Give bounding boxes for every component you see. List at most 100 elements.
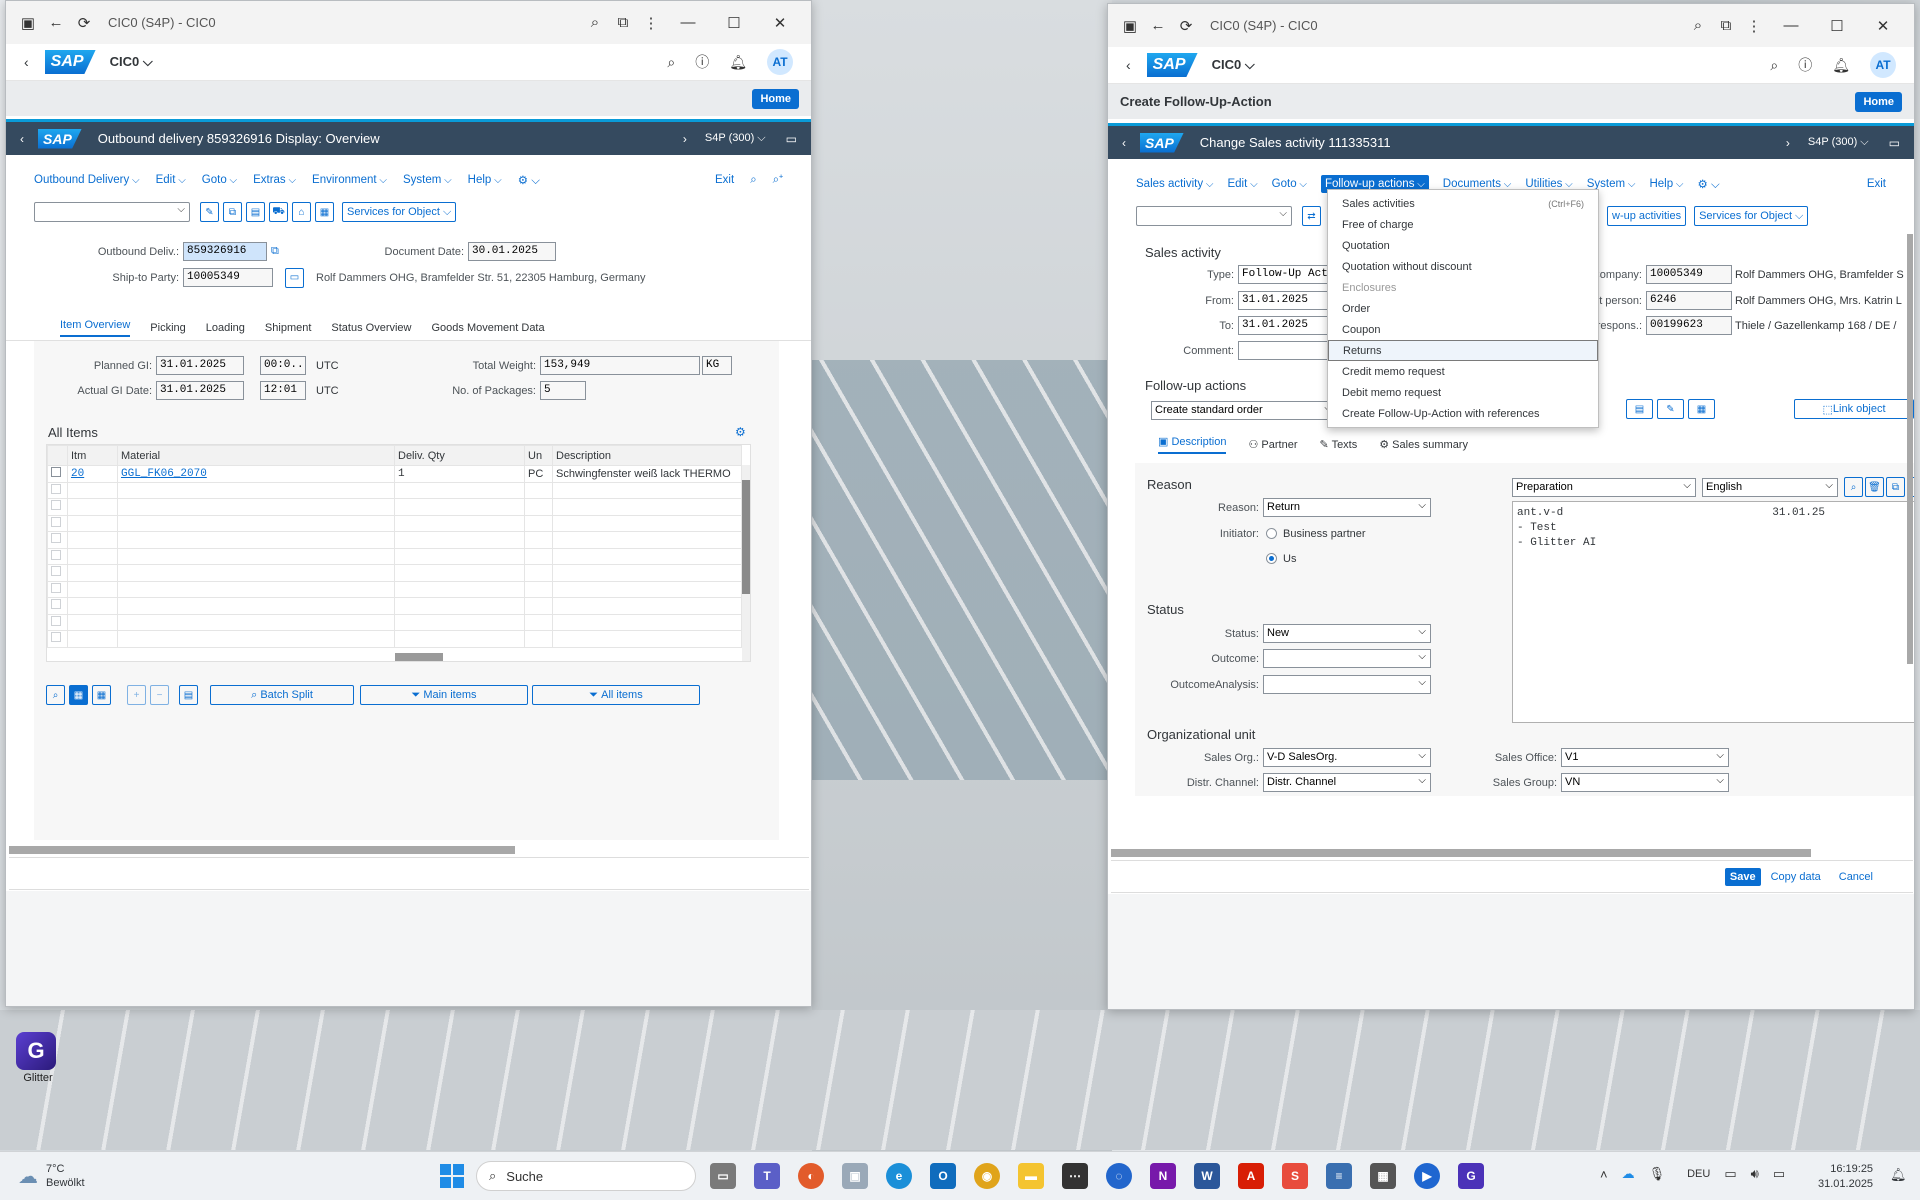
planned-gi-time[interactable]: 00:0... [260, 356, 306, 375]
language-indicator[interactable]: DEU [1687, 1168, 1710, 1180]
chrome-icon[interactable]: ◉ [974, 1163, 1000, 1189]
search-icon[interactable]: ⌕ [667, 54, 675, 71]
actual-gi-date[interactable]: 31.01.2025 [156, 381, 244, 400]
dd-sales-activities[interactable]: Sales activities (Ctrl+F6) [1328, 193, 1598, 214]
bell-icon[interactable]: 🔔︎ [1832, 57, 1850, 74]
ship-to-input[interactable]: 10005349 [183, 268, 273, 287]
dd-credit-memo-request[interactable]: Credit memo request [1328, 361, 1598, 382]
find-next-icon[interactable]: ⌕⁺ [773, 174, 783, 187]
app-blue-circle-icon[interactable]: ◌ [1106, 1163, 1132, 1189]
header-itm[interactable]: Itm [67, 445, 118, 466]
reload-icon[interactable]: ⟳ [1172, 17, 1200, 35]
initiator-us-radio[interactable] [1266, 553, 1277, 564]
distr-channel-select[interactable]: Distr. Channel [1263, 773, 1431, 792]
toolbar-icon-1[interactable]: ⇄ [1302, 206, 1321, 226]
total-weight-input[interactable]: 153,949 [540, 356, 700, 375]
overview-icon[interactable]: ▦ [1688, 399, 1715, 419]
header-forward-icon[interactable]: › [1786, 136, 1790, 150]
avatar[interactable]: AT [767, 49, 793, 75]
truck-icon[interactable]: ⛟ [269, 202, 288, 222]
text-delete-icon[interactable]: 🗑︎ [1865, 477, 1884, 497]
toolbar-icon-2[interactable]: ⧉ [223, 202, 242, 222]
weather-widget[interactable]: ☁ 7°C Bewölkt [18, 1162, 85, 1190]
outcome-select[interactable] [1263, 649, 1431, 668]
reload-icon[interactable]: ⟳ [70, 14, 98, 32]
notes-textarea[interactable]: ant.v-d 31.01.25 - Test - Glitter AI [1512, 501, 1914, 723]
exit-button[interactable]: Exit [715, 174, 734, 186]
minimize-button[interactable]: — [1768, 17, 1814, 34]
home-button[interactable]: Home [1855, 91, 1902, 112]
command-field[interactable] [34, 202, 190, 222]
monitor-icon[interactable]: ▭ [1724, 1166, 1736, 1182]
menu-goto[interactable]: Goto [1272, 178, 1307, 190]
contact-person-input[interactable]: 6246 [1646, 291, 1732, 310]
maximize-button[interactable]: ☐ [711, 14, 757, 32]
tools-icon[interactable]: ✎ [1657, 399, 1684, 419]
notification-bell-icon[interactable]: 🔔︎ [1890, 1167, 1907, 1183]
tab-partner[interactable]: ⚇ Partner [1248, 438, 1297, 451]
back-arrow-icon[interactable]: ← [1144, 17, 1172, 34]
windows-start-icon[interactable] [440, 1164, 464, 1188]
horizontal-scrollbar[interactable] [395, 653, 443, 661]
onedrive-icon[interactable]: ☁ [1622, 1166, 1635, 1182]
menu-edit[interactable]: Edit [156, 174, 186, 186]
qty-cell[interactable]: 1 [394, 465, 525, 483]
menu-environment[interactable]: Environment [312, 174, 387, 186]
save-button[interactable]: Save [1724, 867, 1761, 886]
toolbar-icon-1[interactable]: ✎ [200, 202, 219, 222]
packages-input[interactable]: 5 [540, 381, 586, 400]
status-select[interactable]: New [1263, 624, 1431, 643]
tab-status-overview[interactable]: Status Overview [331, 322, 411, 334]
tab-item-overview[interactable]: Item Overview [60, 319, 131, 337]
menu-extras[interactable]: Extras [253, 174, 296, 186]
zoom-icon[interactable]: ⌕ [581, 14, 609, 31]
shell-app-title[interactable]: CIC0 ⌵ [110, 54, 153, 70]
dd-free-of-charge[interactable]: Free of charge [1328, 214, 1598, 235]
tab-loading[interactable]: Loading [206, 322, 245, 334]
edge-icon[interactable]: e [886, 1163, 912, 1189]
link-object-button[interactable]: ⬚ Link object [1794, 399, 1914, 419]
right-vertical-scrollbar[interactable] [1907, 234, 1913, 664]
shell-back-icon[interactable]: ‹ [24, 54, 29, 70]
search-icon[interactable]: ⌕ [1770, 57, 1778, 74]
header-material[interactable]: Material [117, 445, 395, 466]
select-all-icon[interactable]: ▦ [69, 685, 88, 705]
close-button[interactable]: ✕ [757, 14, 803, 32]
microphone-icon[interactable]: 🎙︎ [1649, 1166, 1666, 1182]
text-type-select[interactable]: Preparation [1512, 477, 1696, 497]
sales-office-select[interactable]: V1 [1561, 748, 1729, 767]
more-icon[interactable]: ⋮ [1740, 17, 1768, 35]
text-search-icon[interactable]: ⌕ [1844, 477, 1863, 497]
dd-quotation[interactable]: Quotation [1328, 235, 1598, 256]
outlook-icon[interactable]: O [930, 1163, 956, 1189]
initiator-us-label[interactable]: Us [1283, 553, 1296, 565]
dd-quotation-without-discount[interactable]: Quotation without discount [1328, 256, 1598, 277]
row-checkbox[interactable] [51, 467, 61, 478]
calculator-icon[interactable]: ▦ [1370, 1163, 1396, 1189]
menu-system[interactable]: System [403, 174, 452, 186]
add-row-icon[interactable]: + [127, 685, 146, 705]
acrobat-icon[interactable]: A [1238, 1163, 1264, 1189]
initiator-business-partner-radio[interactable] [1266, 528, 1277, 539]
sap-logo[interactable]: SAP [1146, 53, 1198, 77]
sap-logo[interactable]: SAP [44, 50, 96, 74]
find-icon[interactable]: ⌕ [750, 174, 756, 187]
shell-back-icon[interactable]: ‹ [1126, 57, 1131, 73]
app-play-icon[interactable]: ▶ [1414, 1163, 1440, 1189]
header-back-icon[interactable]: ‹ [1122, 136, 1126, 150]
right-page-scrollbar[interactable] [1111, 849, 1811, 857]
tab-goods-movement[interactable]: Goods Movement Data [432, 322, 545, 334]
sales-group-select[interactable]: VN [1561, 773, 1729, 792]
responsible-input[interactable]: 00199623 [1646, 316, 1732, 335]
tab-shipment[interactable]: Shipment [265, 322, 311, 334]
app-red-icon[interactable]: ◐ [798, 1163, 824, 1189]
weight-unit-input[interactable]: KG [702, 356, 732, 375]
display-partner-icon[interactable]: ▭ [285, 267, 304, 288]
settings-gear-icon[interactable]: ⚙ ⌵ [1697, 177, 1719, 192]
toolbar-icon-5[interactable]: ⌂ [292, 202, 311, 222]
shell-app-title[interactable]: CIC0 ⌵ [1212, 57, 1255, 73]
toolbar-icon-6[interactable]: ▦ [315, 202, 334, 222]
bell-icon[interactable]: 🔔︎ [729, 54, 747, 71]
services-for-object-button[interactable]: Services for Object ⌵ [1694, 206, 1809, 226]
planned-gi-date[interactable]: 31.01.2025 [156, 356, 244, 375]
